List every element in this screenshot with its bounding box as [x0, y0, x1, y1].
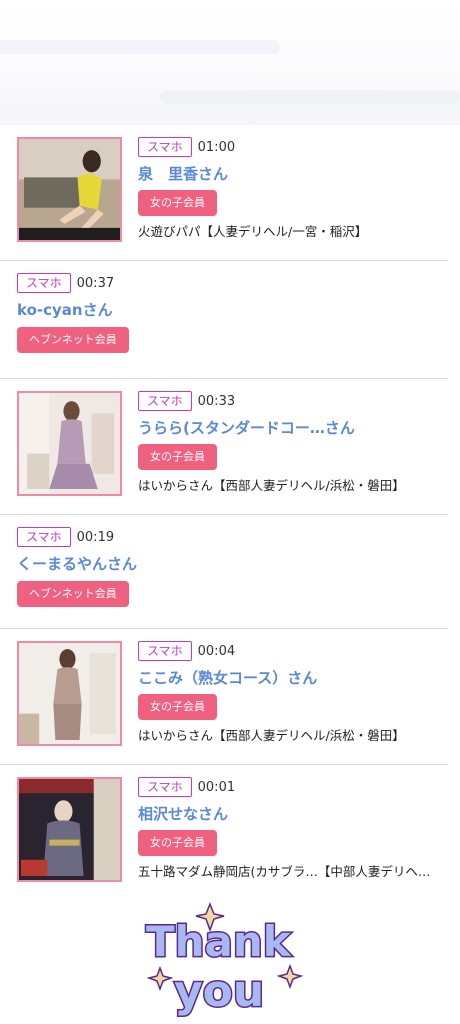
svg-text:Thank: Thank [146, 917, 292, 966]
visit-time: 00:19 [76, 529, 115, 545]
visitor-name[interactable]: うらら(スタンダードコー…さん [138, 417, 355, 438]
profile-photo[interactable] [17, 641, 122, 746]
footprint-list: スマホ 01:00 泉 里香さん 女の子会員 火遊びパパ【人妻デリヘル/一宮・稲… [0, 125, 448, 901]
device-badge: スマホ [138, 137, 192, 157]
visit-time: 00:01 [197, 779, 236, 795]
member-type-badge: 女の子会員 [138, 830, 217, 856]
device-badge: スマホ [17, 273, 71, 293]
device-badge: スマホ [17, 527, 71, 547]
shop-name[interactable]: はいからさん【西部人妻デリヘル/浜松・磐田】 [138, 475, 438, 494]
visitor-name[interactable]: ko-cyanさん [17, 299, 113, 320]
visit-time: 00:37 [76, 275, 115, 291]
list-item[interactable]: スマホ 00:01 相沢せなさん 女の子会員 五十路マダム静岡店(カサブラ…【中… [0, 765, 448, 901]
visitor-name[interactable]: くーまるやんさん [17, 553, 137, 574]
visitor-name[interactable]: 泉 里香さん [138, 163, 228, 184]
device-badge: スマホ [138, 391, 192, 411]
svg-text:you: you [174, 966, 264, 1017]
list-item[interactable]: スマホ 00:37 ko-cyanさん ヘブンネット会員 [0, 261, 448, 379]
member-type-badge: 女の子会員 [138, 694, 217, 720]
list-item[interactable]: スマホ 00:33 うらら(スタンダードコー…さん 女の子会員 はいからさん【西… [0, 379, 448, 515]
shop-name[interactable]: 五十路マダム静岡店(カサブラ…【中部人妻デリヘ… [138, 861, 438, 880]
member-type-badge: ヘブンネット会員 [17, 327, 129, 353]
visit-time: 00:04 [197, 643, 236, 659]
meta-row: スマホ 00:01 [138, 777, 235, 797]
visitor-name[interactable]: ここみ（熟女コース）さん [138, 667, 317, 688]
list-item[interactable]: スマホ 00:19 くーまるやんさん ヘブンネット会員 [0, 515, 448, 629]
list-item[interactable]: スマホ 01:00 泉 里香さん 女の子会員 火遊びパパ【人妻デリヘル/一宮・稲… [0, 125, 448, 261]
profile-photo[interactable] [17, 777, 122, 882]
meta-row: スマホ 00:37 [17, 273, 114, 293]
device-badge: スマホ [138, 641, 192, 661]
thank-you-sticker: Thank you [0, 900, 460, 1024]
decor-streak [160, 90, 460, 104]
meta-row: スマホ 00:33 [138, 391, 235, 411]
shop-name[interactable]: はいからさん【西部人妻デリヘル/浜松・磐田】 [138, 725, 438, 744]
decor-streak [0, 40, 280, 54]
visit-time: 01:00 [197, 139, 236, 155]
member-type-badge: 女の子会員 [138, 444, 217, 470]
profile-photo[interactable] [17, 137, 122, 242]
top-blank-area [0, 0, 460, 125]
meta-row: スマホ 00:04 [138, 641, 235, 661]
device-badge: スマホ [138, 777, 192, 797]
visitor-name[interactable]: 相沢せなさん [138, 803, 228, 824]
list-item[interactable]: スマホ 00:04 ここみ（熟女コース）さん 女の子会員 はいからさん【西部人妻… [0, 629, 448, 765]
profile-photo[interactable] [17, 391, 122, 496]
member-type-badge: 女の子会員 [138, 190, 217, 216]
meta-row: スマホ 00:19 [17, 527, 114, 547]
meta-row: スマホ 01:00 [138, 137, 235, 157]
visit-time: 00:33 [197, 393, 236, 409]
member-type-badge: ヘブンネット会員 [17, 581, 129, 607]
shop-name[interactable]: 火遊びパパ【人妻デリヘル/一宮・稲沢】 [138, 221, 438, 240]
